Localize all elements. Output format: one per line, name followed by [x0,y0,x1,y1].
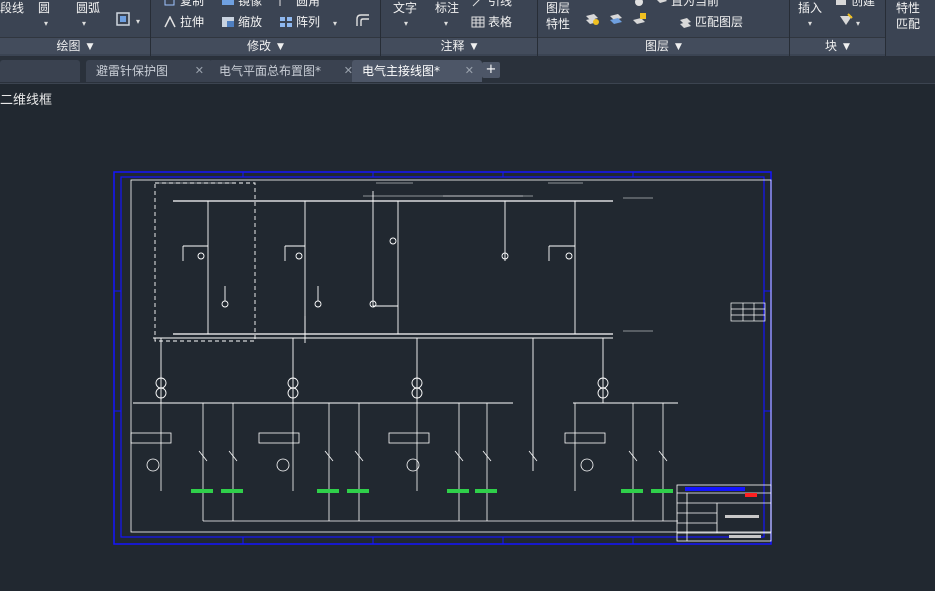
array-dropdown-icon[interactable]: ▾ [333,17,337,31]
dashed-section-box [154,182,256,342]
array-icon [279,16,293,28]
tab-start[interactable] [0,60,80,82]
upper-feeders [182,191,576,343]
frame-ticks [114,172,771,544]
scale-icon [221,16,235,28]
circle-dropdown-icon[interactable]: ▾ [44,17,48,31]
upper-bus-labels [158,182,653,332]
drawing-inner-border [120,176,765,538]
draw-panel: 段线 圆 ▾ 圆弧 ▾ ▾ 绘图 ▼ [0,0,151,56]
fillet-icon [279,0,293,7]
circle-tool[interactable]: 圆 [38,1,50,15]
tab-lightning-protection[interactable]: 避雷针保护图 ✕ [86,60,212,82]
layer-freeze-icon[interactable] [631,0,647,10]
insert-dropdown-icon[interactable]: ▾ [808,17,812,31]
layers-panel-title[interactable]: 图层 ▼ [538,37,789,54]
layer-tool[interactable]: 图层 [546,1,570,15]
scale-tool[interactable]: 缩放 [221,15,262,29]
close-icon[interactable]: ✕ [195,60,204,82]
ribbon: 段线 圆 ▾ 圆弧 ▾ ▾ 绘图 ▼ 复制 拉伸 镜像 缩放 圆角 阵列 ▾ 修改… [0,0,935,57]
mirror-icon [221,0,235,7]
mirror-tool[interactable]: 镜像 [221,0,262,8]
tab-main-wiring[interactable]: 电气主接线图* ✕ [352,60,482,82]
stretch-icon [163,15,177,28]
layer-isolate-icon[interactable] [608,12,624,29]
offset-icon[interactable] [355,13,371,30]
stretch-tool[interactable]: 拉伸 [163,15,204,29]
hatch-icon[interactable] [116,12,130,29]
copy-tool[interactable]: 复制 [163,0,204,8]
polyline-tool[interactable]: 段线 [0,1,24,15]
table-icon [471,16,485,28]
layer-off-icon[interactable] [584,12,600,29]
table-tool[interactable]: 表格 [471,15,512,29]
feeder-tags [191,489,673,493]
layer-lock-icon[interactable] [631,12,647,29]
legend-table [730,302,766,322]
title-block-stamp [745,493,757,497]
properties-panel: 特性 匹配 [886,0,935,56]
drawing-border [113,171,772,545]
edit-block-icon[interactable] [838,13,854,30]
array-tool[interactable]: 阵列 [279,15,320,29]
hatch-dropdown-icon[interactable]: ▾ [136,15,140,29]
properties-tool[interactable]: 特性 [896,1,920,15]
insert-tool[interactable]: 插入 [798,1,822,15]
text-tool[interactable]: 文字 [393,1,417,15]
make-current-icon [654,0,668,7]
annotation-panel: 文字 ▾ 标注 ▾ 引线 表格 注释 ▼ [381,0,538,56]
block-panel-title[interactable]: 块 ▼ [790,37,885,54]
block-panel: 插入 ▾ 创建 ▾ 块 ▼ [790,0,886,56]
annotation-panel-title[interactable]: 注释 ▼ [381,37,537,54]
add-tab-button[interactable]: + [482,62,500,78]
visual-style-label[interactable]: 二维线框 [0,89,52,108]
create-block-icon [834,0,848,7]
fillet-tool[interactable]: 圆角 [279,0,320,8]
draw-panel-title[interactable]: 绘图 ▼ [0,37,150,54]
outgoing-feeders [160,403,678,522]
text-dropdown-icon[interactable]: ▾ [404,17,408,31]
transformer-branches [155,338,609,471]
tab-electrical-layout[interactable]: 电气平面总布置图* ✕ [209,60,361,82]
arc-tool[interactable]: 圆弧 [76,1,100,15]
dimension-tool[interactable]: 标注 [435,1,459,15]
schematic-frame [130,179,772,533]
leader-tool[interactable]: 引线 [471,0,512,8]
layers-panel: 图层 特性 置为当前 匹配图层 图层 ▼ [538,0,790,56]
modify-panel-title[interactable]: 修改 ▼ [151,37,380,54]
close-icon[interactable]: ✕ [465,60,474,82]
dimension-dropdown-icon[interactable]: ▾ [444,17,448,31]
modify-panel: 复制 拉伸 镜像 缩放 圆角 阵列 ▾ 修改 ▼ [151,0,381,56]
leader-icon [471,0,485,7]
make-current-tool[interactable]: 置为当前 [654,0,719,8]
match-layer-icon [678,16,692,28]
layer-properties-tool[interactable]: 特性 [546,17,570,31]
create-block-tool[interactable]: 创建 [834,0,875,8]
match-properties-tool[interactable]: 匹配 [896,17,920,31]
title-block-header [685,487,745,491]
match-layer-tool[interactable]: 匹配图层 [678,15,743,29]
drawing-canvas[interactable] [113,171,773,547]
file-tab-bar: 避雷针保护图 ✕ 电气平面总布置图* ✕ 电气主接线图* ✕ [0,57,935,84]
title-block-name [725,515,759,518]
copy-icon [163,0,177,7]
arc-dropdown-icon[interactable]: ▾ [82,17,86,31]
title-block-number [729,535,761,538]
edit-block-dropdown-icon[interactable]: ▾ [856,17,860,31]
breaker-groups [130,432,668,472]
